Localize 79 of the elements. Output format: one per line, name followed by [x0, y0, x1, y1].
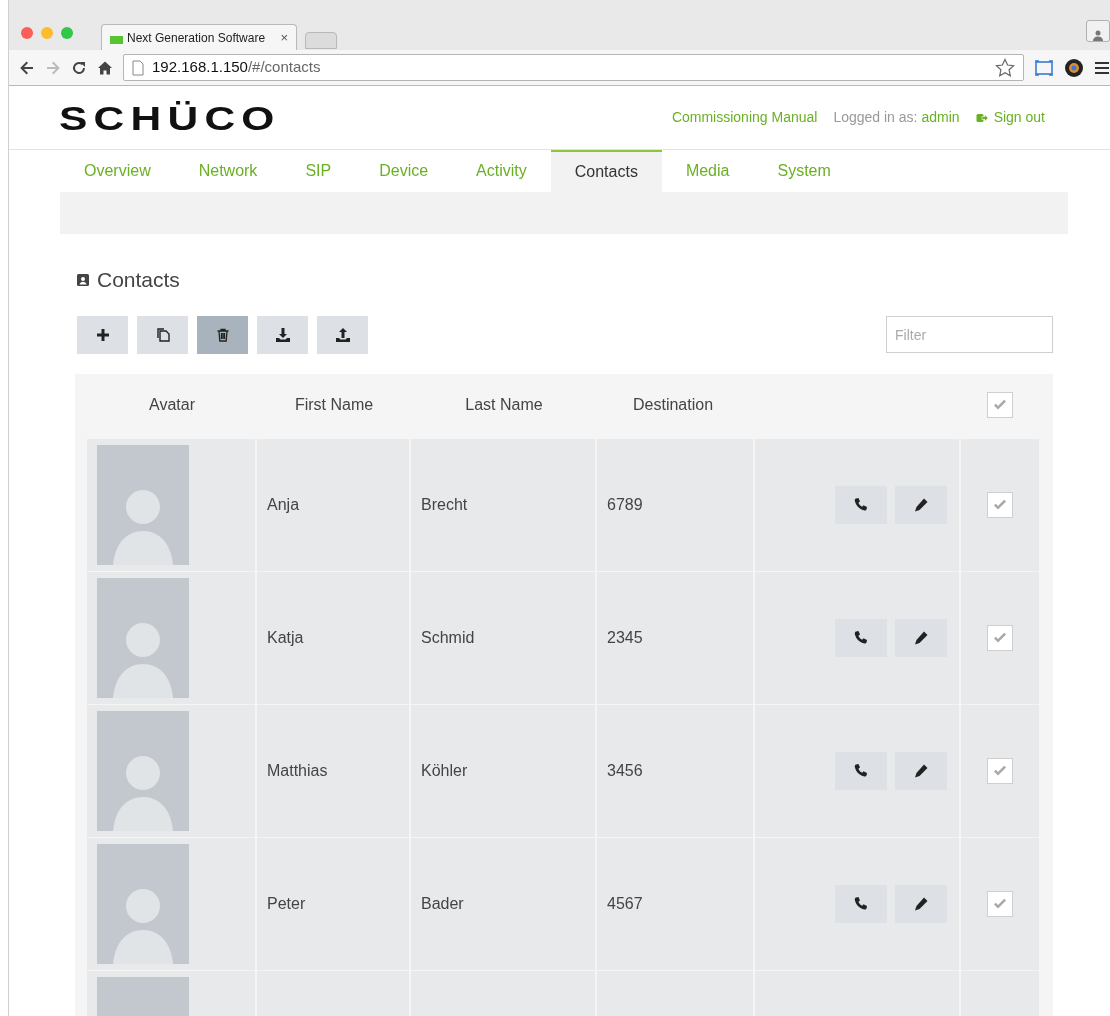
nav-tab[interactable]: Contacts: [550, 150, 662, 192]
manual-link[interactable]: Commissioning Manual: [671, 107, 818, 128]
checkbox[interactable]: [987, 491, 1013, 518]
table-cell: 6789: [597, 438, 755, 571]
table-cell: Bader: [411, 837, 597, 970]
column-header: Destination: [632, 395, 714, 415]
add-button[interactable]: [77, 315, 128, 354]
back-icon[interactable]: [19, 59, 35, 76]
nav-tab[interactable]: Media: [661, 150, 754, 192]
tab-title: Next Generation Software: [127, 29, 266, 47]
address-bar[interactable]: 192.168.1.150/#/contacts: [123, 54, 1024, 81]
sign-out-icon: [975, 111, 988, 124]
edit-button[interactable]: [895, 884, 947, 923]
copy-icon: [154, 326, 171, 343]
reload-icon[interactable]: [71, 59, 87, 76]
call-button[interactable]: [835, 884, 887, 923]
page-icon: [132, 59, 144, 76]
edit-button[interactable]: [895, 751, 947, 790]
column-header: First Name: [294, 395, 374, 415]
table-cell: Brecht: [411, 438, 597, 571]
call-button[interactable]: [835, 485, 887, 524]
home-icon[interactable]: [97, 59, 113, 76]
browser-tab[interactable]: Next Generation Software ×: [101, 24, 297, 50]
extension-icon[interactable]: [1064, 57, 1084, 78]
table-cell: Matthias: [257, 704, 411, 837]
table-cell: 4567: [597, 837, 755, 970]
table-cell: 3456: [597, 704, 755, 837]
username: admin: [921, 108, 960, 127]
plus-icon: [94, 326, 111, 343]
checkbox[interactable]: [987, 624, 1013, 651]
url-text: 192.168.1.150/#/contacts: [152, 57, 321, 78]
delete-button[interactable]: [197, 315, 248, 354]
upload-button[interactable]: [317, 315, 368, 354]
pencil-icon: [913, 629, 929, 646]
phone-icon: [853, 496, 869, 513]
logo: SCHÜCO: [59, 100, 281, 135]
nav-tab[interactable]: Overview: [60, 150, 175, 192]
nav-tab[interactable]: Device: [355, 150, 453, 192]
tab-close-button[interactable]: ×: [280, 27, 288, 48]
contact-card-icon: [77, 273, 89, 286]
pencil-icon: [913, 762, 929, 779]
pencil-icon: [913, 496, 929, 513]
checkbox[interactable]: [987, 392, 1013, 418]
checkbox[interactable]: [987, 890, 1013, 917]
phone-icon: [853, 762, 869, 779]
profile-icon[interactable]: [1086, 20, 1110, 42]
star-icon[interactable]: [995, 57, 1015, 78]
column-header: Avatar: [149, 395, 195, 415]
phone-icon: [853, 895, 869, 912]
edit-button[interactable]: [895, 618, 947, 657]
checkbox[interactable]: [987, 757, 1013, 784]
nav-tab[interactable]: System: [753, 150, 855, 192]
call-button[interactable]: [835, 751, 887, 790]
table-cell: Katja: [257, 571, 411, 704]
table-cell: Schmid: [411, 571, 597, 704]
nav-tab[interactable]: SIP: [281, 150, 356, 192]
nav-tab[interactable]: Network: [174, 150, 282, 192]
close-window-icon[interactable]: [21, 27, 33, 39]
menu-icon[interactable]: [1094, 59, 1110, 76]
download-icon: [274, 326, 291, 343]
table-cell: Köhler: [411, 704, 597, 837]
call-button[interactable]: [835, 618, 887, 657]
column-header: Last Name: [465, 395, 543, 415]
copy-button[interactable]: [137, 315, 188, 354]
cast-icon[interactable]: [1034, 59, 1054, 76]
table-cell: 2345: [597, 571, 755, 704]
upload-icon: [334, 326, 351, 343]
logged-in-label: Logged in as:: [833, 108, 918, 127]
table-cell: Peter: [257, 837, 411, 970]
edit-button[interactable]: [895, 485, 947, 524]
phone-icon: [853, 629, 869, 646]
sign-out-link[interactable]: Sign out: [975, 107, 1045, 128]
table-cell: Anja: [257, 438, 411, 571]
download-button[interactable]: [257, 315, 308, 354]
filter-field[interactable]: Filter: [886, 316, 1053, 353]
favicon-icon: [110, 35, 123, 44]
nav-tab[interactable]: Activity: [452, 150, 551, 192]
section-title: Contacts: [97, 267, 180, 293]
pencil-icon: [913, 895, 929, 912]
